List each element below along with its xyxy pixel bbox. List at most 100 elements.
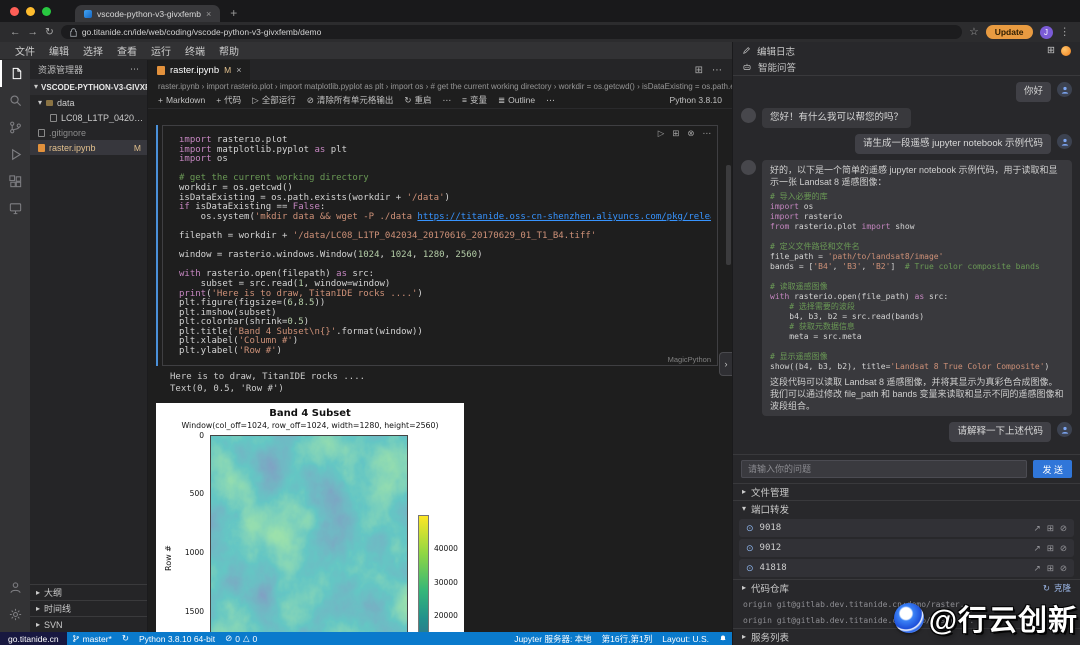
split-editor-icon[interactable]: ⊞ <box>695 65 703 76</box>
project-root[interactable]: ▾ VSCODE-PYTHON-V3-GIVXFEMB <box>30 79 147 95</box>
remote-explorer-icon[interactable] <box>0 195 30 222</box>
editor-area: raster.ipynb M × ⊞ ⋯ raster.ipynb › impo… <box>148 60 732 632</box>
section-code-repo[interactable]: ▸ 代码仓库 ↻ 克隆 <box>733 579 1080 596</box>
nb-toolbar-more[interactable]: ⋯ <box>443 94 452 106</box>
window-close-button[interactable] <box>10 6 19 16</box>
settings-gear-icon[interactable] <box>0 601 30 628</box>
open-in-browser-icon[interactable]: ↗ <box>1034 563 1041 574</box>
copy-icon[interactable]: ⊞ <box>1047 543 1054 554</box>
split-cell-icon[interactable]: ⊞ <box>672 128 679 139</box>
breadcrumb[interactable]: raster.ipynb › import rasterio.plot › im… <box>148 80 732 92</box>
stop-icon[interactable]: ⊘ <box>1060 563 1067 574</box>
sidebar-section-大纲[interactable]: ▸ 大纲 <box>30 584 147 600</box>
repo-remote-0[interactable]: origin git@gitlab.dev.titanide.cn:demo/r… <box>733 596 1080 612</box>
port-row-9012[interactable]: ⊙ 9012 ↗ ⊞ ⊘ <box>739 539 1074 557</box>
stop-icon[interactable]: ⊘ <box>1060 543 1067 554</box>
menu-item-3[interactable]: 查看 <box>110 43 144 58</box>
clone-repo-button[interactable]: ↻ 克隆 <box>1043 582 1071 594</box>
menu-item-0[interactable]: 文件 <box>8 43 42 58</box>
branch-indicator[interactable]: master* <box>67 634 117 644</box>
source-control-icon[interactable] <box>0 114 30 141</box>
nb-toolbar-code[interactable]: + 代码 <box>216 94 241 106</box>
address-bar[interactable]: go.titanide.cn/ide/web/coding/vscode-pyt… <box>60 25 963 39</box>
browser-profile-avatar[interactable]: J <box>1039 25 1053 39</box>
nb-toolbar-markdown[interactable]: + Markdown <box>158 94 205 106</box>
stop-icon[interactable]: ⊘ <box>1060 523 1067 534</box>
open-in-browser-icon[interactable]: ↗ <box>1034 523 1041 534</box>
remote-indicator[interactable]: go.titanide.cn <box>0 632 67 645</box>
menu-item-6[interactable]: 帮助 <box>212 43 246 58</box>
extensions-icon[interactable] <box>0 168 30 195</box>
nb-toolbar-variables[interactable]: ≡ 变量 <box>462 94 487 106</box>
status-bar: go.titanide.cn master* ↻ Python 3.8.10 6… <box>0 632 732 645</box>
notebook-scroll-area[interactable]: ▷ ⊞ ⊗ ⋯ import rasterio.plot import matpl… <box>148 109 732 632</box>
python-version[interactable]: Python 3.8.10 64-bit <box>134 634 220 644</box>
assistant-log-row[interactable]: 编辑日志 ⊞ <box>733 42 1080 59</box>
explorer-more-icon[interactable]: ⋯ <box>130 64 139 75</box>
account-icon[interactable] <box>0 574 30 601</box>
back-button[interactable]: ← <box>10 27 21 38</box>
reload-button[interactable]: ↻ <box>45 27 54 38</box>
copy-icon[interactable]: ⊞ <box>1047 523 1054 534</box>
run-debug-icon[interactable] <box>0 141 30 168</box>
tree-item-LC08_L1TP_042034_20170...[interactable]: LC08_L1TP_042034_20170... <box>30 110 147 125</box>
repo-remote-1[interactable]: origin git@gitlab.dev.titanide.cn:demo/r… <box>733 612 1080 628</box>
editor-tab-raster[interactable]: raster.ipynb M × <box>148 60 251 80</box>
code-cell[interactable]: ▷ ⊞ ⊗ ⋯ import rasterio.plot import matpl… <box>156 125 718 366</box>
kernel-picker[interactable]: Python 3.8.10 <box>670 95 722 105</box>
section-service-list[interactable]: ▸ 服务列表 <box>733 628 1080 645</box>
new-tab-button[interactable]: + <box>230 6 237 22</box>
port-row-41818[interactable]: ⊙ 41818 ↗ ⊞ ⊘ <box>739 559 1074 577</box>
close-icon[interactable]: × <box>236 65 241 75</box>
send-button[interactable]: 发 送 <box>1033 460 1072 478</box>
cursor-position[interactable]: 第16行,第1列 <box>597 633 658 645</box>
menu-item-2[interactable]: 选择 <box>76 43 110 58</box>
tree-item-.gitignore[interactable]: .gitignore <box>30 125 147 140</box>
notifications-bell-icon[interactable] <box>714 634 732 643</box>
notebook-scrollbar[interactable] <box>726 165 731 265</box>
port-row-9018[interactable]: ⊙ 9018 ↗ ⊞ ⊘ <box>739 519 1074 537</box>
nb-toolbar-clear-outputs[interactable]: ⊘ 清除所有单元格输出 <box>307 94 394 106</box>
notebook-icon <box>38 143 45 152</box>
assistant-qa-header[interactable]: 智能问答 <box>733 59 1080 76</box>
nb-toolbar-outline[interactable]: ≣ Outline <box>498 94 535 106</box>
problems-indicator[interactable]: ⊘ 0 △ 0 <box>220 633 262 644</box>
window-zoom-button[interactable] <box>42 6 51 16</box>
search-icon[interactable] <box>0 87 30 114</box>
tree-item-raster.ipynb[interactable]: raster.ipynb M <box>30 140 147 155</box>
delete-cell-icon[interactable]: ⊗ <box>687 128 694 139</box>
menu-item-5[interactable]: 终端 <box>178 43 212 58</box>
menu-item-4[interactable]: 运行 <box>144 43 178 58</box>
explorer-icon[interactable] <box>0 60 30 87</box>
bookmark-star-icon[interactable]: ☆ <box>969 27 978 38</box>
sidebar-section-时间线[interactable]: ▸ 时间线 <box>30 600 147 616</box>
sidebar-section-SVN[interactable]: ▸ SVN <box>30 616 147 632</box>
browser-menu-icon[interactable]: ⋮ <box>1060 27 1071 38</box>
forward-button[interactable]: → <box>28 27 39 38</box>
window-minimize-button[interactable] <box>26 6 35 16</box>
nb-toolbar-run-all[interactable]: ▷ 全部运行 <box>252 94 296 106</box>
open-in-browser-icon[interactable]: ↗ <box>1034 543 1041 554</box>
editor-more-icon[interactable]: ⋯ <box>712 65 722 76</box>
chat-messages[interactable]: 你好 您好！有什么我可以帮您的吗？ 请生成一段遥感 jupyter notebook… <box>733 76 1080 454</box>
sync-button[interactable]: ↻ <box>117 633 134 644</box>
section-port-forwarding[interactable]: ▾ 端口转发 <box>733 500 1080 517</box>
nb-toolbar-restart[interactable]: ↻ 重启 <box>404 94 431 106</box>
update-button[interactable]: Update <box>985 25 1033 39</box>
cell-code[interactable]: import rasterio.plot import matplotlib.py… <box>179 136 711 357</box>
tree-item-data[interactable]: ▾ data <box>30 95 147 110</box>
copy-icon[interactable]: ⊞ <box>1047 563 1054 574</box>
section-file-management[interactable]: ▸ 文件管理 <box>733 483 1080 500</box>
keyboard-layout[interactable]: Layout: U.S. <box>657 634 714 644</box>
cell-more-icon[interactable]: ⋯ <box>703 128 712 139</box>
menu-item-1[interactable]: 编辑 <box>42 43 76 58</box>
titanide-logo-icon[interactable] <box>1061 45 1071 56</box>
chat-input[interactable] <box>741 460 1028 478</box>
collapse-panel-button[interactable]: › <box>719 352 732 376</box>
browser-tab[interactable]: vscode-python-v3-givxfemb × <box>75 5 221 22</box>
nb-toolbar-overflow[interactable]: ⋯ <box>546 94 555 106</box>
run-cell-icon[interactable]: ▷ <box>658 128 665 139</box>
panel-grid-icon[interactable]: ⊞ <box>1047 45 1055 56</box>
tab-close-icon[interactable]: × <box>206 9 211 19</box>
jupyter-server-indicator[interactable]: Jupyter 服务器: 本地 <box>509 633 596 645</box>
